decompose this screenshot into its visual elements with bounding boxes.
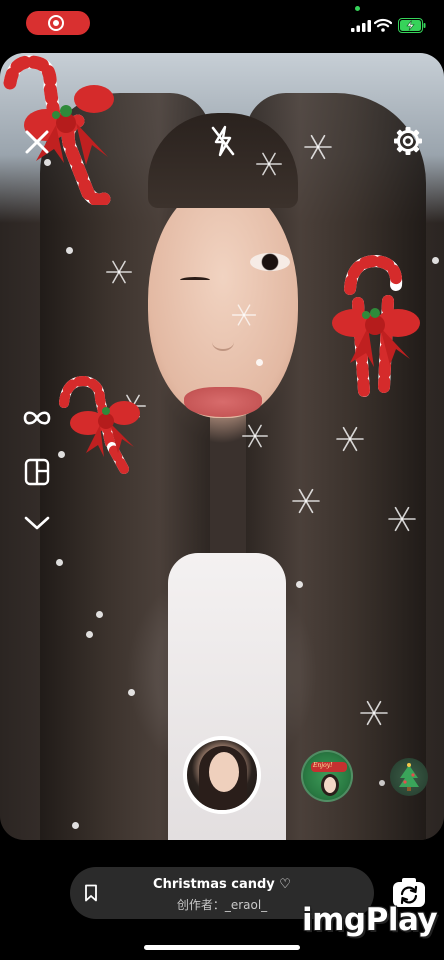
snow-dot (128, 689, 135, 696)
snowflake (304, 134, 332, 160)
capture-button[interactable] (183, 736, 261, 814)
camera-preview[interactable] (0, 53, 444, 840)
effect-thumbnail-tree[interactable] (390, 758, 428, 796)
infinity-icon[interactable] (22, 405, 52, 431)
imgplay-watermark: imgPlay (302, 902, 438, 938)
capture-thumb-face (209, 752, 239, 792)
snowflake (106, 260, 132, 284)
snow-dot (256, 359, 263, 366)
candy-cane-sticker (59, 375, 140, 474)
snowflake (388, 506, 416, 532)
subject-face (148, 183, 298, 418)
layout-icon[interactable] (24, 458, 50, 486)
record-icon (48, 15, 64, 31)
gear-icon[interactable] (393, 126, 423, 156)
snow-dot (96, 611, 103, 618)
snowflake (360, 700, 388, 726)
wifi-icon (374, 18, 392, 32)
effect-thumbnail-figure (321, 774, 339, 796)
snowflake (292, 488, 320, 514)
snowflake (336, 426, 364, 452)
flash-off-icon[interactable] (208, 125, 238, 157)
subject-eye-left (180, 277, 210, 283)
effect-thumbnail-christmas[interactable]: Enjoy! (301, 750, 353, 802)
subject-nose (212, 333, 234, 351)
snowflake (242, 424, 268, 448)
snow-dot (432, 257, 439, 264)
candy-cane-sticker (332, 254, 420, 397)
snow-dot (296, 581, 303, 588)
candy-cane-sticker (3, 55, 114, 205)
chevron-down-icon[interactable] (24, 512, 50, 534)
status-bar (0, 0, 444, 48)
snowflake (231, 304, 257, 326)
snow-dot (56, 559, 63, 566)
snow-dot (86, 631, 93, 638)
effect-name: Christmas candy ♡ (153, 877, 291, 892)
camera-in-use-dot (355, 6, 360, 11)
cellular-signal-icon (351, 20, 371, 32)
subject-eye-right (250, 253, 290, 271)
battery-charging-icon (398, 18, 426, 33)
screen-recording-indicator[interactable] (26, 11, 90, 35)
carousel-dot (379, 780, 385, 786)
subject-lips (184, 387, 262, 417)
effect-thumbnail-text: Enjoy! (313, 762, 333, 769)
snow-dot (72, 822, 79, 829)
snowflake (256, 152, 282, 176)
home-indicator[interactable] (144, 945, 300, 950)
snow-dot (66, 247, 73, 254)
christmas-tree-icon (399, 763, 419, 791)
close-icon[interactable] (22, 127, 52, 157)
